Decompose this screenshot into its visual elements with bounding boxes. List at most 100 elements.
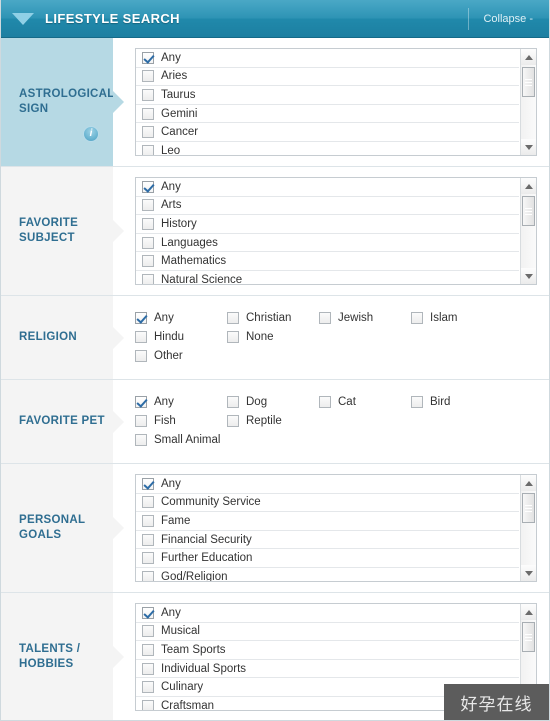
list-item[interactable]: History bbox=[136, 215, 519, 234]
scroll-up-button[interactable] bbox=[521, 475, 536, 491]
checkbox-religion-4[interactable] bbox=[135, 330, 147, 343]
list-item[interactable]: Community Service bbox=[136, 494, 519, 513]
scrollbar-thumb[interactable] bbox=[522, 493, 535, 523]
list-item[interactable]: Natural Science bbox=[136, 271, 519, 284]
arrow-right-icon bbox=[113, 220, 124, 242]
checkbox-favorite-subject-4[interactable] bbox=[142, 255, 154, 268]
checkbox-favorite-subject-3[interactable] bbox=[142, 236, 154, 249]
scroll-down-button[interactable] bbox=[521, 139, 536, 155]
list-item[interactable]: Any bbox=[136, 604, 519, 623]
list-item[interactable]: Taurus bbox=[136, 86, 519, 105]
grip-line bbox=[525, 84, 532, 86]
checkbox-talents-hobbies-0[interactable] bbox=[142, 606, 154, 619]
list-item[interactable]: Fame bbox=[136, 512, 519, 531]
list-item[interactable]: Mathematics bbox=[136, 252, 519, 271]
checkbox-astrological-sign-0[interactable] bbox=[142, 51, 154, 64]
checkbox-personal-goals-5[interactable] bbox=[142, 571, 154, 581]
list-item[interactable]: Any bbox=[136, 49, 519, 68]
list-item[interactable]: Cancer bbox=[136, 123, 519, 142]
scroll-up-button[interactable] bbox=[521, 49, 536, 65]
list-item[interactable]: Aries bbox=[136, 68, 519, 87]
list-item[interactable]: God/Religion bbox=[136, 568, 519, 581]
checkbox-option[interactable]: Reptile bbox=[227, 411, 319, 430]
checkbox-talents-hobbies-4[interactable] bbox=[142, 681, 154, 694]
checkbox-personal-goals-2[interactable] bbox=[142, 514, 154, 527]
checkbox-religion-2[interactable] bbox=[319, 311, 331, 324]
arrow-right-icon bbox=[113, 410, 124, 433]
checkbox-talents-hobbies-5[interactable] bbox=[142, 700, 154, 710]
option-label: Leo bbox=[161, 145, 181, 156]
checkbox-favorite-pet-5[interactable] bbox=[227, 414, 239, 427]
scroll-down-button[interactable] bbox=[521, 565, 536, 581]
scrollbar[interactable] bbox=[520, 178, 536, 284]
checkbox-favorite-subject-0[interactable] bbox=[142, 180, 154, 193]
checkbox-favorite-pet-0[interactable] bbox=[135, 395, 147, 408]
list-item[interactable]: Further Education bbox=[136, 549, 519, 568]
list-item[interactable]: Team Sports bbox=[136, 641, 519, 660]
checkbox-option[interactable]: Any bbox=[135, 392, 227, 411]
option-label: Cancer bbox=[161, 126, 199, 139]
scrollbar-thumb[interactable] bbox=[522, 196, 535, 226]
checkbox-option[interactable]: Cat bbox=[319, 392, 411, 411]
scrollbar[interactable] bbox=[520, 49, 536, 155]
checkbox-personal-goals-3[interactable] bbox=[142, 533, 154, 546]
scrollbar-thumb[interactable] bbox=[522, 622, 535, 652]
collapse-link[interactable]: Collapse - bbox=[483, 13, 537, 25]
checkbox-astrological-sign-5[interactable] bbox=[142, 145, 154, 155]
checkbox-option[interactable]: Other bbox=[135, 346, 537, 365]
triangle-up-icon bbox=[524, 609, 533, 615]
scrollbar[interactable] bbox=[520, 475, 536, 581]
checkbox-favorite-pet-6[interactable] bbox=[135, 433, 147, 446]
checkbox-option[interactable]: Dog bbox=[227, 392, 319, 411]
grip-line bbox=[525, 639, 532, 641]
checkbox-astrological-sign-1[interactable] bbox=[142, 70, 154, 83]
checkbox-option[interactable]: Islam bbox=[411, 308, 503, 327]
scroll-down-button[interactable] bbox=[521, 268, 536, 284]
checkbox-favorite-pet-1[interactable] bbox=[227, 395, 239, 408]
list-item[interactable]: Leo bbox=[136, 142, 519, 156]
list-item[interactable]: Languages bbox=[136, 234, 519, 253]
checkbox-religion-5[interactable] bbox=[227, 330, 239, 343]
list-item[interactable]: Financial Security bbox=[136, 531, 519, 550]
checkbox-option[interactable]: Bird bbox=[411, 392, 503, 411]
scroll-up-button[interactable] bbox=[521, 178, 536, 194]
checkbox-option[interactable]: Hindu bbox=[135, 327, 227, 346]
scrollbar-thumb[interactable] bbox=[522, 67, 535, 97]
checkbox-talents-hobbies-1[interactable] bbox=[142, 625, 154, 638]
checkbox-religion-0[interactable] bbox=[135, 311, 147, 324]
checkbox-favorite-subject-1[interactable] bbox=[142, 199, 154, 212]
checkbox-astrological-sign-2[interactable] bbox=[142, 88, 154, 101]
checkbox-favorite-subject-5[interactable] bbox=[142, 274, 154, 284]
checkbox-favorite-subject-2[interactable] bbox=[142, 217, 154, 230]
checkbox-option[interactable]: None bbox=[227, 327, 319, 346]
checkbox-personal-goals-1[interactable] bbox=[142, 496, 154, 509]
checkbox-option[interactable]: Any bbox=[135, 308, 227, 327]
list-item[interactable]: Musical bbox=[136, 623, 519, 642]
checkbox-favorite-pet-4[interactable] bbox=[135, 414, 147, 427]
checkbox-option[interactable]: Jewish bbox=[319, 308, 411, 327]
list-item[interactable]: Individual Sports bbox=[136, 660, 519, 679]
checkbox-option[interactable]: Fish bbox=[135, 411, 227, 430]
checkbox-favorite-pet-3[interactable] bbox=[411, 395, 423, 408]
scroll-up-button[interactable] bbox=[521, 604, 536, 620]
checkbox-option[interactable]: Christian bbox=[227, 308, 319, 327]
section-label-panel: RELIGION bbox=[1, 296, 124, 379]
list-item[interactable]: Arts bbox=[136, 197, 519, 216]
checkbox-personal-goals-0[interactable] bbox=[142, 477, 154, 490]
checkbox-favorite-pet-2[interactable] bbox=[319, 395, 331, 408]
list-item[interactable]: Gemini bbox=[136, 105, 519, 124]
list-item[interactable]: Any bbox=[136, 178, 519, 197]
checkbox-astrological-sign-4[interactable] bbox=[142, 126, 154, 139]
checkbox-personal-goals-4[interactable] bbox=[142, 552, 154, 565]
info-icon[interactable]: i bbox=[83, 126, 99, 142]
checkbox-talents-hobbies-2[interactable] bbox=[142, 643, 154, 656]
arrow-right-icon bbox=[113, 517, 124, 539]
checkbox-religion-3[interactable] bbox=[411, 311, 423, 324]
checkbox-option[interactable]: Small Animal bbox=[135, 430, 537, 449]
checkbox-religion-6[interactable] bbox=[135, 349, 147, 362]
checkbox-astrological-sign-3[interactable] bbox=[142, 107, 154, 120]
checkbox-talents-hobbies-3[interactable] bbox=[142, 662, 154, 675]
list-item[interactable]: Any bbox=[136, 475, 519, 494]
checkbox-religion-1[interactable] bbox=[227, 311, 239, 324]
collapse-caret-button[interactable] bbox=[1, 12, 45, 25]
